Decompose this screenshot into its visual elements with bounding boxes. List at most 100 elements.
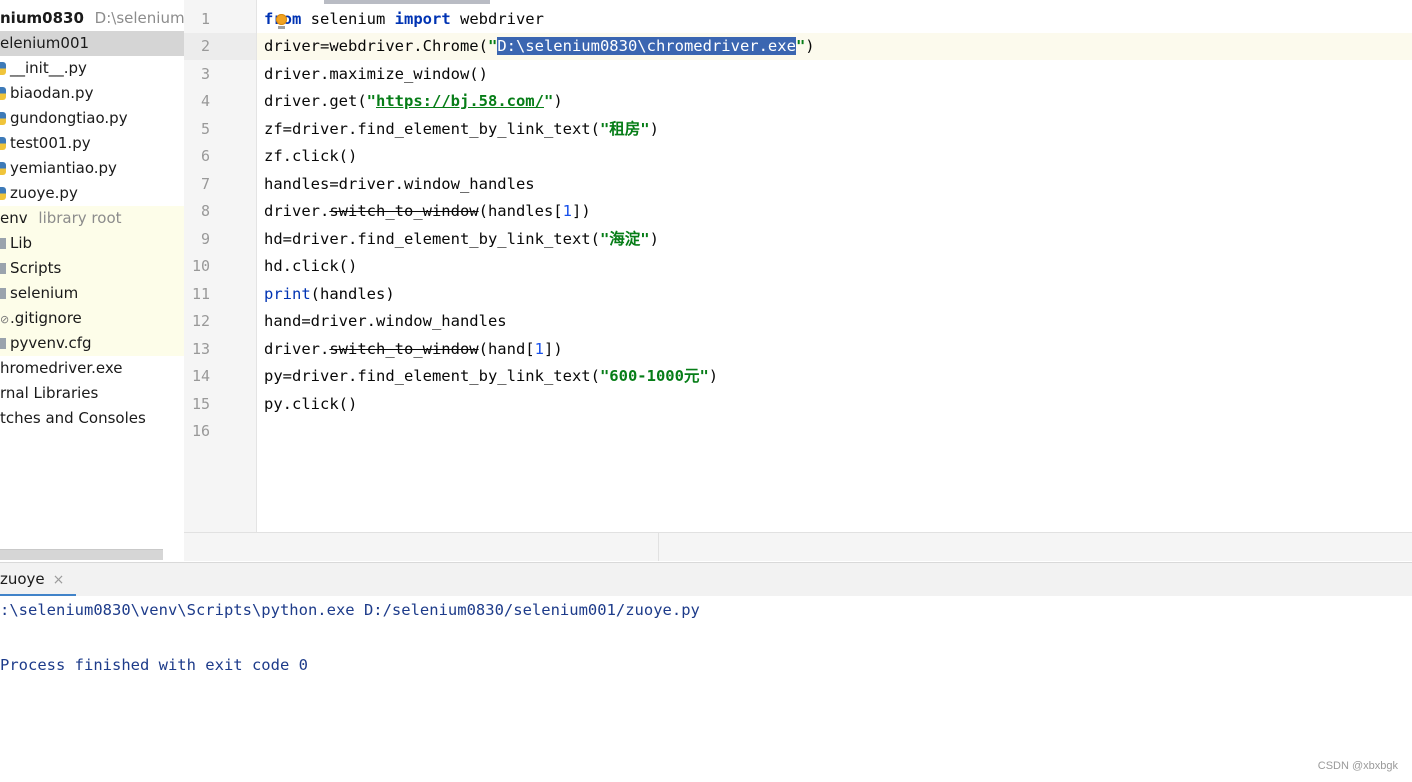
- run-console-output[interactable]: :\selenium0830\venv\Scripts\python.exe D…: [0, 596, 1412, 782]
- code-token: driver.: [264, 340, 330, 358]
- code-token: driver=webdriver.Chrome(: [264, 37, 488, 55]
- tree-folder-scripts[interactable]: Scripts: [0, 256, 184, 281]
- code-line-10[interactable]: hd.click(): [264, 253, 357, 280]
- tree-node-label: rnal Libraries: [0, 384, 99, 402]
- tree-folder-selenium[interactable]: selenium: [0, 281, 184, 306]
- run-tab-label: zuoye: [0, 570, 45, 588]
- tree-root[interactable]: nium0830 D:\selenium083: [0, 6, 184, 31]
- tree-file-init[interactable]: __init__.py: [0, 56, 184, 81]
- code-token: driver.get(: [264, 92, 367, 110]
- selected-text: D:\selenium0830\chromedriver.exe: [497, 37, 796, 55]
- code-line-8[interactable]: driver.switch_to_window(handles[1]): [264, 198, 591, 225]
- code-line-6[interactable]: zf.click(): [264, 143, 357, 170]
- tree-file-label: hromedriver.exe: [0, 359, 123, 377]
- tree-file-pyvenv[interactable]: pyvenv.cfg: [0, 331, 184, 356]
- line-number: 7: [200, 175, 210, 193]
- tree-file-label: __init__.py: [10, 59, 87, 77]
- line-number: 14: [191, 367, 210, 385]
- code-token: zf.click(): [264, 147, 358, 165]
- code-line-14[interactable]: py=driver.find_element_by_link_text("600…: [264, 363, 718, 390]
- tree-file-yemiantiao[interactable]: yemiantiao.py: [0, 156, 184, 181]
- code-token: py.click(): [264, 395, 358, 413]
- code-line-1[interactable]: from selenium import webdriver: [264, 6, 544, 33]
- code-token: py=driver.find_element_by_link_text(: [264, 367, 600, 385]
- python-file-icon: [0, 62, 6, 75]
- tree-file-biaodan[interactable]: biaodan.py: [0, 81, 184, 106]
- string-token: "600-1000元": [599, 367, 709, 385]
- folder-icon: [0, 238, 6, 249]
- tree-file-gundongtiao[interactable]: gundongtiao.py: [0, 106, 184, 131]
- tree-file-zuoye[interactable]: zuoye.py: [0, 181, 184, 206]
- code-token: driver.: [264, 202, 330, 220]
- python-file-icon: [0, 187, 6, 200]
- project-tree[interactable]: nium0830 D:\selenium083 elenium001 __ini…: [0, 0, 184, 560]
- string-token: ": [795, 37, 806, 55]
- keyword-token: import: [394, 10, 451, 28]
- line-number: 12: [191, 312, 210, 330]
- deprecated-token: switch_to_window: [329, 340, 479, 358]
- run-tab-zuoye[interactable]: zuoye ×: [0, 563, 77, 597]
- tree-file-gitignore[interactable]: ⊘.gitignore: [0, 306, 184, 331]
- code-token: (handles[: [478, 202, 563, 220]
- code-line-3[interactable]: driver.maximize_window(): [264, 61, 488, 88]
- string-token: ": [487, 37, 498, 55]
- tree-venv-hint: library root: [38, 209, 122, 227]
- tree-folder-label: selenium: [10, 284, 79, 302]
- tree-horizontal-scrollbar[interactable]: [0, 549, 163, 560]
- run-panel-header: zuoye ×: [0, 562, 1412, 597]
- code-token: handles=driver.window_handles: [264, 175, 535, 193]
- tree-scratches[interactable]: tches and Consoles: [0, 406, 184, 431]
- tree-file-label: test001.py: [10, 134, 91, 152]
- tree-folder-label: elenium001: [0, 34, 90, 52]
- code-line-4[interactable]: driver.get("https://bj.58.com/"): [264, 88, 563, 115]
- watermark: CSDN @xbxbgk: [1317, 760, 1398, 772]
- python-file-icon: [0, 162, 6, 175]
- tree-external-libraries[interactable]: rnal Libraries: [0, 381, 184, 406]
- intention-bulb-icon[interactable]: [276, 14, 287, 25]
- code-line-7[interactable]: handles=driver.window_handles: [264, 171, 535, 198]
- close-icon[interactable]: ×: [53, 572, 65, 588]
- console-command-line: :\selenium0830\venv\Scripts\python.exe D…: [0, 601, 700, 619]
- code-line-5[interactable]: zf=driver.find_element_by_link_text("租房"…: [264, 116, 659, 143]
- tree-root-path: D:\selenium083: [94, 9, 184, 27]
- code-line-9[interactable]: hd=driver.find_element_by_link_text("海淀"…: [264, 226, 659, 253]
- tree-folder-lib[interactable]: Lib: [0, 231, 184, 256]
- code-token: ]): [571, 202, 591, 220]
- line-number: 2: [200, 37, 210, 55]
- tree-node-label: tches and Consoles: [0, 409, 146, 427]
- code-token: zf=driver.find_element_by_link_text(: [264, 120, 600, 138]
- code-line-15[interactable]: py.click(): [264, 391, 357, 418]
- ignore-file-icon: ⊘: [0, 313, 10, 326]
- tree-file-label: gundongtiao.py: [10, 109, 128, 127]
- code-token: ]): [543, 340, 563, 358]
- code-token: hd=driver.find_element_by_link_text(: [264, 230, 600, 248]
- line-number: 10: [191, 257, 210, 275]
- editor-tab-indicator: [324, 0, 490, 4]
- line-number: 5: [200, 120, 210, 138]
- folder-icon: [0, 263, 6, 274]
- code-line-13[interactable]: driver.switch_to_window(hand[1]): [264, 336, 563, 363]
- console-exit-line: Process finished with exit code 0: [0, 656, 308, 674]
- tree-file-label: pyvenv.cfg: [10, 334, 92, 352]
- string-token: "海淀": [599, 230, 650, 248]
- url-link[interactable]: https://bj.58.com/: [376, 92, 544, 110]
- code-token: ): [805, 37, 815, 55]
- tree-folder-venv[interactable]: env library root: [0, 206, 184, 231]
- tree-folder-label: Lib: [10, 234, 33, 252]
- tree-file-chromedriver[interactable]: hromedriver.exe: [0, 356, 184, 381]
- python-file-icon: [0, 87, 6, 100]
- code-line-2[interactable]: driver=webdriver.Chrome("D:\selenium0830…: [264, 33, 815, 60]
- config-file-icon: [0, 338, 6, 349]
- code-token: webdriver: [450, 10, 544, 28]
- code-line-12[interactable]: hand=driver.window_handles: [264, 308, 507, 335]
- deprecated-token: switch_to_window: [329, 202, 479, 220]
- tree-folder-selenium001[interactable]: elenium001: [0, 31, 184, 56]
- tree-file-test001[interactable]: test001.py: [0, 131, 184, 156]
- string-token: "租房": [599, 120, 650, 138]
- code-token: (hand[: [478, 340, 535, 358]
- tree-file-label: .gitignore: [10, 309, 82, 327]
- code-editor[interactable]: 1 2 3 4 5 6 7 8 9 10 11 12 13 14 15 16 f…: [184, 0, 1412, 532]
- line-number: 15: [191, 395, 210, 413]
- code-token: ): [553, 92, 563, 110]
- code-line-11[interactable]: print(handles): [264, 281, 395, 308]
